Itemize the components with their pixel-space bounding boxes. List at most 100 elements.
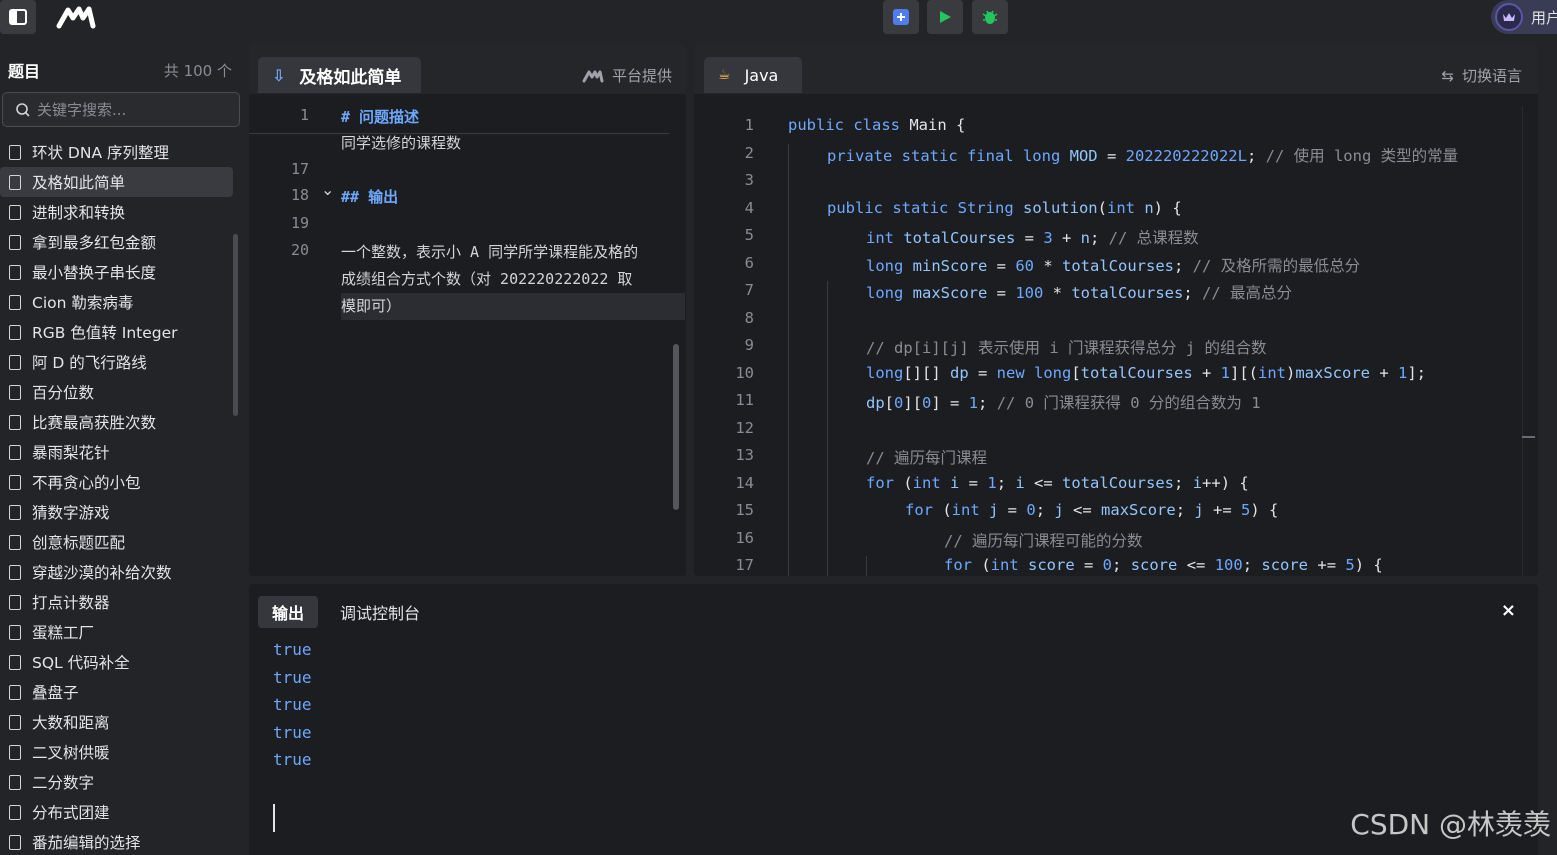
code-token: [][] xyxy=(903,363,950,382)
debug-button[interactable] xyxy=(972,0,1008,34)
document-icon xyxy=(9,534,21,550)
code-token: * xyxy=(1034,256,1062,275)
code-token: totalCourses xyxy=(1071,284,1184,302)
app-logo[interactable] xyxy=(56,4,96,30)
sidebar-toggle-button[interactable] xyxy=(0,0,36,34)
code-token: 1 xyxy=(968,394,979,412)
run-icon xyxy=(940,11,951,23)
sidebar-item[interactable]: 大数和距离 xyxy=(0,707,233,737)
document-icon xyxy=(9,324,21,340)
code-token: j xyxy=(989,501,999,519)
fold-chevron-icon[interactable]: ⌄ xyxy=(321,180,334,199)
add-icon xyxy=(893,9,909,25)
search-box[interactable] xyxy=(2,92,240,127)
sidebar-item[interactable]: 穿越沙漠的补给次数 xyxy=(0,557,233,587)
code-token: long xyxy=(866,284,913,302)
document-icon xyxy=(9,294,21,310)
code-token: ; xyxy=(1175,501,1195,519)
code-token: <= xyxy=(1024,473,1063,492)
search-input[interactable] xyxy=(37,100,227,119)
sidebar-item-label: 进制求和转换 xyxy=(32,204,126,222)
user-label: 用户 xyxy=(1531,8,1557,27)
code-token: // 遍历每门课程可能的分数 xyxy=(944,531,1143,550)
code-token: ] = xyxy=(931,394,969,412)
code-text: for (int j = 0; j <= maxScore; j += 5) { xyxy=(905,501,1278,519)
sidebar-item[interactable]: 不再贪心的小包 xyxy=(0,467,233,497)
description-scrollbar[interactable] xyxy=(673,344,679,510)
tab-description[interactable]: ⇩ 及格如此简单 xyxy=(258,57,422,93)
tab-debug-console[interactable]: 调试控制台 xyxy=(340,596,420,628)
sidebar-item[interactable]: 及格如此简单 xyxy=(0,167,233,197)
document-icon xyxy=(9,234,21,250)
sidebar-item[interactable]: 暴雨梨花针 xyxy=(0,437,233,467)
sidebar-item[interactable]: 最小替换子串长度 xyxy=(0,257,233,287)
code-token: j xyxy=(1194,501,1204,519)
sidebar-item[interactable]: 拿到最多红包金额 xyxy=(0,227,233,257)
code-token: totalCourses xyxy=(1080,363,1193,382)
output-line: true xyxy=(273,640,312,659)
document-icon xyxy=(9,174,21,190)
sidebar-item[interactable]: 进制求和转换 xyxy=(0,197,233,227)
description-line: 模即可） xyxy=(249,295,686,322)
code-token: = xyxy=(998,501,1027,519)
sidebar-item[interactable]: 二叉树供暖 xyxy=(0,737,233,767)
tab-language[interactable]: ☕ Java xyxy=(704,57,803,93)
code-token: ( xyxy=(903,473,913,492)
code-token: = xyxy=(987,284,1016,302)
sidebar-title: 题目 xyxy=(8,62,41,81)
code-token: ( xyxy=(1097,198,1107,217)
sidebar-toggle-icon xyxy=(9,9,27,25)
code-token: 100 xyxy=(1015,284,1044,302)
sidebar-item[interactable]: 阿 D 的飞行路线 xyxy=(0,347,233,377)
sidebar-item[interactable]: RGB 色值转 Integer xyxy=(0,317,233,347)
sidebar-item[interactable]: 分布式团建 xyxy=(0,797,233,827)
run-button[interactable] xyxy=(927,0,963,34)
sidebar-item-label: 猜数字游戏 xyxy=(32,504,110,522)
sidebar-scrollbar[interactable] xyxy=(233,234,238,416)
code-text: public class Main { xyxy=(788,116,965,134)
code-text: for (int score = 0; score <= 100; score … xyxy=(944,556,1383,574)
document-icon xyxy=(9,444,21,460)
sidebar-item[interactable]: 打点计数器 xyxy=(0,587,233,617)
code-token: n xyxy=(1144,198,1154,217)
code-token: ; xyxy=(978,394,997,412)
code-token: 1 xyxy=(1398,363,1408,382)
watermark: CSDN @林羡羡 xyxy=(1350,808,1551,841)
sidebar-item[interactable]: 创意标题匹配 xyxy=(0,527,233,557)
code-token: 202220222022L xyxy=(1125,146,1247,165)
user-menu[interactable]: 用户 xyxy=(1491,0,1557,34)
line-number: 20 xyxy=(290,241,309,259)
sidebar-item[interactable]: 二分数字 xyxy=(0,767,233,797)
editor-scrollbar[interactable] xyxy=(1522,106,1538,576)
sidebar-item[interactable]: 环状 DNA 序列整理 xyxy=(0,137,233,167)
sidebar-item[interactable]: SQL 代码补全 xyxy=(0,647,233,677)
code-token: score xyxy=(1130,556,1178,574)
code-token: minScore xyxy=(912,256,988,275)
document-icon xyxy=(9,714,21,730)
swap-icon: ⇆ xyxy=(1441,66,1454,85)
markdown-heading: # 问题描述 xyxy=(341,108,420,126)
line-number: 5 xyxy=(744,226,754,244)
sidebar-item-label: 暴雨梨花针 xyxy=(32,444,110,462)
sidebar-item[interactable]: 叠盘子 xyxy=(0,677,233,707)
description-text: 一个整数，表示小 A 同学所学课程能及格的 xyxy=(341,243,639,261)
code-text: public static String solution(int n) { xyxy=(827,199,1182,217)
switch-language-button[interactable]: ⇆ 切换语言 xyxy=(1441,65,1522,86)
code-token: ; xyxy=(1035,501,1055,519)
code-token: maxScore xyxy=(1295,363,1370,382)
document-icon xyxy=(9,204,21,220)
sidebar-item[interactable]: 番茄编辑的选择 xyxy=(0,827,233,855)
sidebar-item[interactable]: 百分位数 xyxy=(0,377,233,407)
sidebar-item[interactable]: Cion 勒索病毒 xyxy=(0,287,233,317)
close-icon[interactable]: × xyxy=(1501,600,1516,621)
add-button[interactable] xyxy=(883,0,919,34)
sidebar-item[interactable]: 猜数字游戏 xyxy=(0,497,233,527)
sidebar-item[interactable]: 蛋糕工厂 xyxy=(0,617,233,647)
sidebar-item[interactable]: 比赛最高获胜次数 xyxy=(0,407,233,437)
code-token: // 0 门课程获得 0 分的组合数为 1 xyxy=(996,394,1261,412)
line-number: 15 xyxy=(735,501,754,519)
tab-output[interactable]: 输出 xyxy=(258,596,319,628)
code-token: int xyxy=(1106,198,1145,217)
code-token: // 总课程数 xyxy=(1108,229,1199,247)
code-token: <= xyxy=(1063,501,1102,519)
